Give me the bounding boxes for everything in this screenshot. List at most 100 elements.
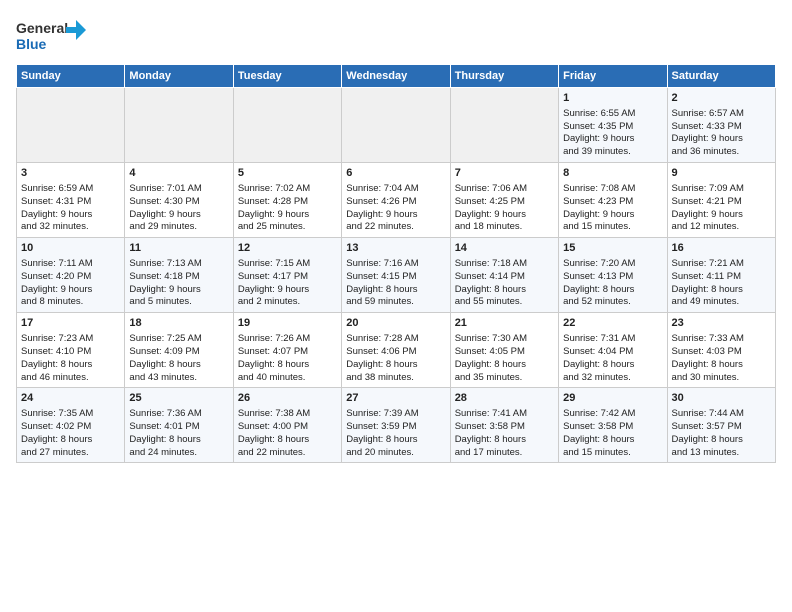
day-cell <box>342 88 450 163</box>
day-info: and 15 minutes. <box>563 447 662 460</box>
day-cell <box>17 88 125 163</box>
day-number: 8 <box>563 166 662 181</box>
svg-text:Blue: Blue <box>16 36 47 52</box>
day-number: 1 <box>563 91 662 106</box>
col-header-tuesday: Tuesday <box>233 65 341 88</box>
day-info: Daylight: 8 hours <box>346 434 445 447</box>
day-number: 25 <box>129 391 228 406</box>
day-number: 6 <box>346 166 445 181</box>
day-number: 9 <box>672 166 771 181</box>
day-info: Sunset: 4:33 PM <box>672 121 771 134</box>
day-info: and 15 minutes. <box>563 221 662 234</box>
day-info: Sunrise: 7:04 AM <box>346 183 445 196</box>
day-info: and 25 minutes. <box>238 221 337 234</box>
day-info: Sunrise: 7:02 AM <box>238 183 337 196</box>
day-info: Sunset: 4:31 PM <box>21 196 120 209</box>
day-info: Sunset: 4:04 PM <box>563 346 662 359</box>
day-info: Sunset: 4:18 PM <box>129 271 228 284</box>
day-info: Daylight: 9 hours <box>672 133 771 146</box>
day-cell: 24Sunrise: 7:35 AMSunset: 4:02 PMDayligh… <box>17 388 125 463</box>
col-header-friday: Friday <box>559 65 667 88</box>
day-number: 21 <box>455 316 554 331</box>
day-info: Sunrise: 6:55 AM <box>563 108 662 121</box>
day-info: Sunset: 4:15 PM <box>346 271 445 284</box>
day-info: Sunrise: 7:33 AM <box>672 333 771 346</box>
day-info: Daylight: 8 hours <box>238 434 337 447</box>
day-info: and 35 minutes. <box>455 372 554 385</box>
day-info: Sunrise: 7:42 AM <box>563 408 662 421</box>
day-info: Sunrise: 7:28 AM <box>346 333 445 346</box>
day-info: Sunset: 4:25 PM <box>455 196 554 209</box>
day-info: and 5 minutes. <box>129 296 228 309</box>
day-info: Daylight: 8 hours <box>672 434 771 447</box>
week-row-1: 1Sunrise: 6:55 AMSunset: 4:35 PMDaylight… <box>17 88 776 163</box>
day-info: Sunrise: 7:13 AM <box>129 258 228 271</box>
day-number: 15 <box>563 241 662 256</box>
day-number: 14 <box>455 241 554 256</box>
day-cell <box>125 88 233 163</box>
calendar-header: SundayMondayTuesdayWednesdayThursdayFrid… <box>17 65 776 88</box>
day-info: Sunrise: 7:41 AM <box>455 408 554 421</box>
day-info: Daylight: 9 hours <box>455 209 554 222</box>
day-info: Daylight: 8 hours <box>129 359 228 372</box>
day-number: 27 <box>346 391 445 406</box>
day-cell: 9Sunrise: 7:09 AMSunset: 4:21 PMDaylight… <box>667 163 775 238</box>
day-number: 7 <box>455 166 554 181</box>
day-info: Daylight: 8 hours <box>346 359 445 372</box>
day-cell: 3Sunrise: 6:59 AMSunset: 4:31 PMDaylight… <box>17 163 125 238</box>
day-info: Daylight: 8 hours <box>672 284 771 297</box>
day-info: Sunrise: 7:21 AM <box>672 258 771 271</box>
day-cell: 8Sunrise: 7:08 AMSunset: 4:23 PMDaylight… <box>559 163 667 238</box>
day-info: Daylight: 9 hours <box>129 284 228 297</box>
day-info: and 39 minutes. <box>563 146 662 159</box>
day-cell: 29Sunrise: 7:42 AMSunset: 3:58 PMDayligh… <box>559 388 667 463</box>
day-info: Sunrise: 7:38 AM <box>238 408 337 421</box>
day-info: Sunrise: 7:16 AM <box>346 258 445 271</box>
day-info: Daylight: 9 hours <box>21 284 120 297</box>
day-info: and 22 minutes. <box>238 447 337 460</box>
day-info: Sunrise: 7:30 AM <box>455 333 554 346</box>
day-info: Sunset: 4:30 PM <box>129 196 228 209</box>
day-info: Sunrise: 6:57 AM <box>672 108 771 121</box>
day-info: Daylight: 8 hours <box>563 434 662 447</box>
day-info: Sunset: 4:05 PM <box>455 346 554 359</box>
day-info: Sunset: 4:21 PM <box>672 196 771 209</box>
day-number: 23 <box>672 316 771 331</box>
day-info: Sunrise: 7:26 AM <box>238 333 337 346</box>
day-cell: 22Sunrise: 7:31 AMSunset: 4:04 PMDayligh… <box>559 313 667 388</box>
day-info: Sunset: 4:10 PM <box>21 346 120 359</box>
day-info: Sunset: 4:28 PM <box>238 196 337 209</box>
day-number: 26 <box>238 391 337 406</box>
day-info: and 55 minutes. <box>455 296 554 309</box>
day-number: 30 <box>672 391 771 406</box>
day-info: Sunset: 4:14 PM <box>455 271 554 284</box>
day-info: and 32 minutes. <box>21 221 120 234</box>
day-number: 19 <box>238 316 337 331</box>
day-info: Sunset: 4:11 PM <box>672 271 771 284</box>
day-number: 17 <box>21 316 120 331</box>
day-info: and 43 minutes. <box>129 372 228 385</box>
day-info: and 18 minutes. <box>455 221 554 234</box>
day-info: Daylight: 8 hours <box>129 434 228 447</box>
day-cell: 15Sunrise: 7:20 AMSunset: 4:13 PMDayligh… <box>559 238 667 313</box>
col-header-saturday: Saturday <box>667 65 775 88</box>
col-header-wednesday: Wednesday <box>342 65 450 88</box>
day-info: Sunrise: 7:18 AM <box>455 258 554 271</box>
day-number: 16 <box>672 241 771 256</box>
day-cell <box>450 88 558 163</box>
day-cell: 17Sunrise: 7:23 AMSunset: 4:10 PMDayligh… <box>17 313 125 388</box>
day-number: 13 <box>346 241 445 256</box>
day-cell: 25Sunrise: 7:36 AMSunset: 4:01 PMDayligh… <box>125 388 233 463</box>
day-info: Daylight: 9 hours <box>238 209 337 222</box>
day-cell: 5Sunrise: 7:02 AMSunset: 4:28 PMDaylight… <box>233 163 341 238</box>
day-info: Sunrise: 7:39 AM <box>346 408 445 421</box>
day-cell: 16 Sunrise: 7:21 AMSunset: 4:11 PMDayligh… <box>667 238 775 313</box>
day-number: 18 <box>129 316 228 331</box>
day-info: Sunset: 3:59 PM <box>346 421 445 434</box>
day-info: Daylight: 8 hours <box>21 434 120 447</box>
day-info: Sunrise: 7:08 AM <box>563 183 662 196</box>
day-cell: 4Sunrise: 7:01 AMSunset: 4:30 PMDaylight… <box>125 163 233 238</box>
day-info: Daylight: 9 hours <box>563 209 662 222</box>
logo: General Blue <box>16 16 86 58</box>
day-info: Daylight: 8 hours <box>21 359 120 372</box>
